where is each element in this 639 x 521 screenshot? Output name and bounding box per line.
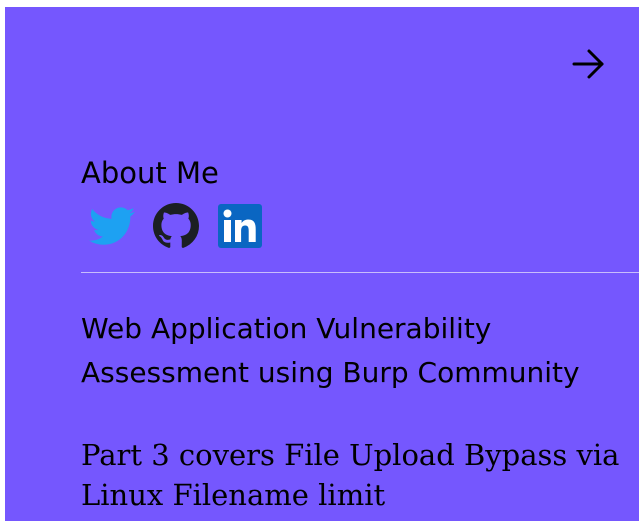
section-divider	[81, 272, 639, 273]
about-me-heading: About Me	[81, 156, 219, 190]
next-arrow-button[interactable]	[571, 47, 607, 81]
linkedin-link[interactable]	[217, 203, 263, 249]
post-excerpt: Part 3 covers File Upload Bypass via Lin…	[81, 438, 620, 512]
arrow-right-icon	[572, 49, 604, 79]
github-icon	[153, 203, 199, 248]
twitter-link[interactable]	[89, 203, 135, 249]
github-link[interactable]	[153, 203, 199, 249]
linkedin-icon	[218, 204, 262, 248]
twitter-icon	[89, 207, 135, 245]
sidebar-panel: About Me Web Application Vulnerability A…	[5, 7, 639, 521]
post-title-link[interactable]: Web Application Vulnerability Assessment…	[81, 307, 631, 395]
